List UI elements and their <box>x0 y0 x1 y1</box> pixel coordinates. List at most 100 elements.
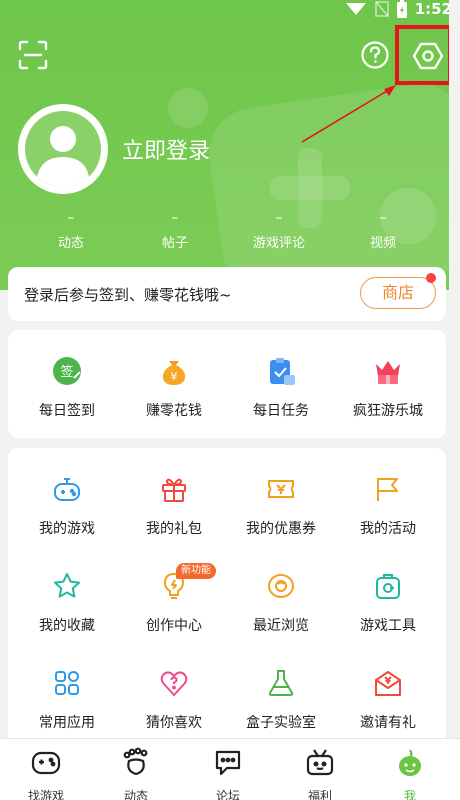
controller-icon <box>31 751 61 775</box>
gift-box-icon <box>306 749 334 776</box>
status-bar: 1:52 <box>345 0 452 18</box>
feature-box-lab[interactable]: 盒子实验室 <box>226 668 336 732</box>
scan-button[interactable] <box>18 40 48 70</box>
shop-button[interactable]: 商店 <box>360 277 436 309</box>
stat-value: – <box>67 210 75 226</box>
page-right-margin <box>449 0 460 738</box>
feature-label: 游戏工具 <box>360 618 416 634</box>
stat-value: – <box>275 210 283 226</box>
nav-item-welfare[interactable]: 福利 <box>274 747 366 800</box>
feature-my-coupons[interactable]: 我的优惠券 <box>226 474 336 538</box>
nav-item-find-games[interactable]: 找游戏 <box>0 747 92 800</box>
battery-charging-icon <box>396 0 407 18</box>
me-mascot-icon <box>399 749 421 776</box>
feature-label: 我的收藏 <box>39 618 95 634</box>
svg-text:¥: ¥ <box>171 370 178 383</box>
quick-action-crazy-park[interactable]: 疯狂游乐城 <box>333 356 443 420</box>
feature-label: 猜你喜欢 <box>146 715 202 731</box>
feature-my-games[interactable]: 我的游戏 <box>12 474 122 538</box>
features-card: 我的游戏 我的礼包 我的优惠券 我的活动 我的收藏 创作中心 最近浏览 游戏工具… <box>8 448 446 748</box>
default-avatar-icon <box>25 111 101 187</box>
eye-icon <box>268 574 294 598</box>
quick-action-earn-money[interactable]: ¥ 赚零花钱 <box>119 356 229 420</box>
nav-label: 找游戏 <box>27 789 64 800</box>
nav-item-me[interactable]: 我 <box>364 747 456 800</box>
quick-action-label: 每日任务 <box>253 403 309 419</box>
sign-in-icon: 签 <box>53 357 81 385</box>
feature-creator-center[interactable]: 创作中心 <box>119 571 229 635</box>
signin-promo-bar[interactable]: 登录后参与签到、赚零花钱哦~ 商店 <box>8 267 446 321</box>
feature-my-gift-packs[interactable]: 我的礼包 <box>119 474 229 538</box>
quick-actions-card: 签 每日签到 ¥ 赚零花钱 每日任务 疯狂游乐城 <box>8 330 446 438</box>
invite-envelope-icon <box>375 671 401 696</box>
toolbox-icon <box>376 574 400 599</box>
feature-recently-viewed[interactable]: 最近浏览 <box>226 571 336 635</box>
signin-promo-text: 登录后参与签到、赚零花钱哦~ <box>24 286 232 304</box>
bottom-navigation: 找游戏 动态 论坛 福利 我 <box>0 738 460 800</box>
feature-label: 盒子实验室 <box>246 715 316 731</box>
feature-label: 常用应用 <box>39 715 95 731</box>
stat-videos[interactable]: – 视频 <box>338 210 428 251</box>
money-bag-icon: ¥ <box>162 361 186 385</box>
stat-value: – <box>379 210 387 226</box>
apps-grid-icon <box>55 671 79 695</box>
gift-icon <box>162 478 186 502</box>
feature-guess-you-like[interactable]: 猜你喜欢 <box>119 668 229 732</box>
footprint-icon <box>123 747 148 776</box>
task-clipboard-icon <box>270 358 295 385</box>
flag-icon <box>377 478 398 501</box>
feature-invite-rewards[interactable]: 邀请有礼 <box>333 668 443 732</box>
nav-label: 动态 <box>123 789 148 800</box>
stat-label: 视频 <box>369 236 396 251</box>
feature-common-apps[interactable]: 常用应用 <box>12 668 122 732</box>
stat-label: 游戏评论 <box>252 236 305 251</box>
quick-action-label: 每日签到 <box>39 403 95 419</box>
feature-label: 创作中心 <box>146 618 202 634</box>
flask-icon <box>268 670 294 696</box>
scan-icon <box>18 40 48 70</box>
new-feature-badge: 新功能 <box>176 563 216 579</box>
feature-my-activities[interactable]: 我的活动 <box>333 474 443 538</box>
stat-dynamics[interactable]: – 动态 <box>26 210 116 251</box>
feature-label: 我的礼包 <box>146 521 202 537</box>
nav-label: 论坛 <box>215 789 240 800</box>
coupon-icon <box>268 480 294 498</box>
status-time: 1:52 <box>414 0 452 18</box>
stat-posts[interactable]: – 帖子 <box>130 210 220 251</box>
help-question-icon <box>361 41 389 69</box>
nav-label: 我 <box>403 789 416 800</box>
wifi-icon <box>345 3 366 15</box>
quick-action-daily-signin[interactable]: 签 每日签到 <box>12 356 122 420</box>
login-link[interactable]: 立即登录 <box>122 133 210 165</box>
stat-label: 帖子 <box>161 236 188 251</box>
feature-label: 我的游戏 <box>39 521 95 537</box>
help-button[interactable] <box>360 40 390 70</box>
crown-gift-icon <box>376 361 400 384</box>
avatar[interactable] <box>18 104 108 194</box>
feature-game-tools[interactable]: 游戏工具 <box>333 571 443 635</box>
quick-action-label: 疯狂游乐城 <box>353 403 423 419</box>
nav-item-forum[interactable]: 论坛 <box>182 747 274 800</box>
feature-label: 我的优惠券 <box>246 521 316 537</box>
feature-my-favorites[interactable]: 我的收藏 <box>12 571 122 635</box>
annotation-arrow <box>301 85 396 143</box>
decorative-blob-shape <box>168 88 208 128</box>
feature-label: 最近浏览 <box>253 618 309 634</box>
quick-action-daily-tasks[interactable]: 每日任务 <box>226 356 336 420</box>
feature-label: 我的活动 <box>360 521 416 537</box>
stat-game-reviews[interactable]: – 游戏评论 <box>234 210 324 251</box>
stat-value: – <box>171 210 179 226</box>
svg-text:签: 签 <box>60 364 73 380</box>
no-signal-icon <box>374 1 389 17</box>
gamepad-icon <box>54 478 80 501</box>
nav-item-dynamics[interactable]: 动态 <box>90 747 182 800</box>
feature-label: 邀请有礼 <box>360 715 416 731</box>
chat-bubble-icon <box>215 750 241 776</box>
nav-label: 福利 <box>307 789 332 800</box>
settings-highlight-box <box>395 25 452 85</box>
star-icon <box>54 573 80 598</box>
heart-question-icon <box>160 671 188 696</box>
quick-action-label: 赚零花钱 <box>146 403 202 419</box>
stat-label: 动态 <box>57 236 84 251</box>
shop-notification-dot <box>426 273 436 283</box>
